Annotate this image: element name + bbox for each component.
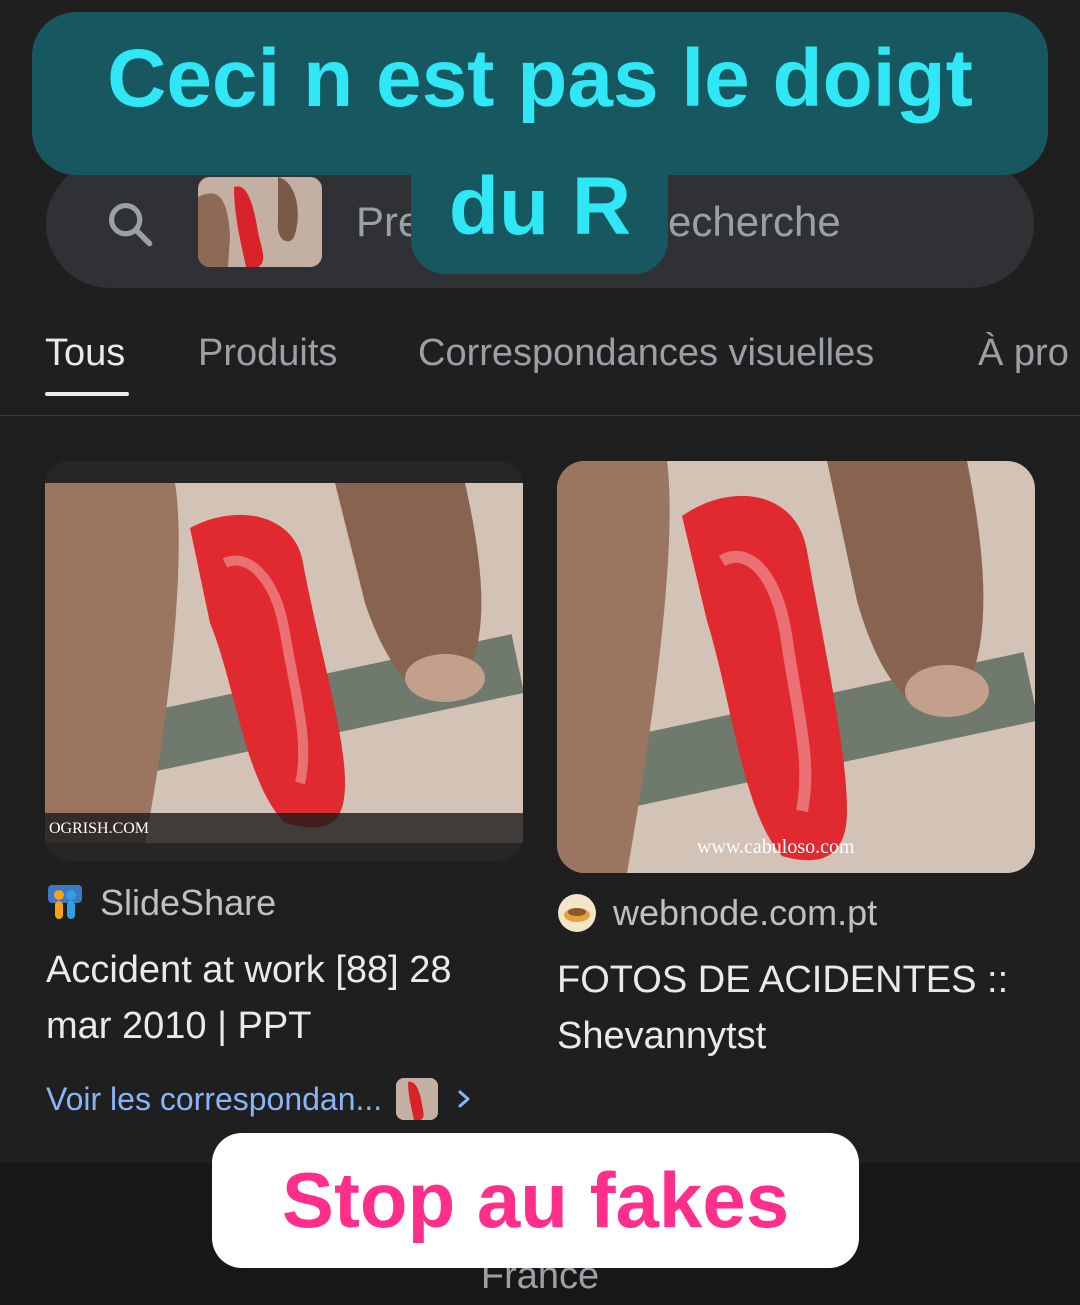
caption-banner-bottom: Stop au fakes [212, 1133, 859, 1268]
more-matches-link[interactable]: Voir les correspondan... [46, 1078, 476, 1120]
result-image-1[interactable]: OGRISH.COM [45, 461, 523, 861]
slideshare-logo-icon [48, 885, 82, 919]
watermark-text-2: www.cabuloso.com [697, 836, 855, 858]
caption-line-1: Ceci n est pas le doigt [107, 33, 973, 124]
chevron-right-icon [458, 1090, 470, 1108]
result-source-name-2: webnode.com.pt [613, 892, 878, 933]
tab-produits[interactable]: Produits [198, 332, 337, 375]
result-source-name-1: SlideShare [100, 882, 277, 923]
result-title-1[interactable]: Accident at work [88] 28 mar 2010 | PPT [46, 942, 521, 1054]
more-matches-thumbnail [396, 1078, 439, 1120]
tab-tous[interactable]: Tous [45, 332, 125, 375]
tab-correspondances-visuelles[interactable]: Correspondances visuelles [418, 332, 874, 375]
caption-bottom-text: Stop au fakes [281, 1156, 790, 1244]
active-tab-indicator [45, 392, 129, 396]
watermark-text-1: OGRISH.COM [49, 820, 149, 837]
result-source-1[interactable]: SlideShare [46, 882, 276, 924]
result-image-2[interactable]: www.cabuloso.com [557, 461, 1035, 873]
caption-line-2: du R [448, 161, 632, 252]
result-source-2[interactable]: webnode.com.pt [557, 892, 877, 934]
more-matches-label: Voir les correspondan... [46, 1080, 383, 1117]
webnode-logo-icon [558, 894, 596, 932]
result-title-2[interactable]: FOTOS DE ACIDENTES :: Shevannytst [557, 952, 1037, 1064]
tab-a-propos[interactable]: À pro [978, 332, 1069, 375]
result-tabs: Tous Produits Correspondances visuelles … [0, 310, 1080, 416]
